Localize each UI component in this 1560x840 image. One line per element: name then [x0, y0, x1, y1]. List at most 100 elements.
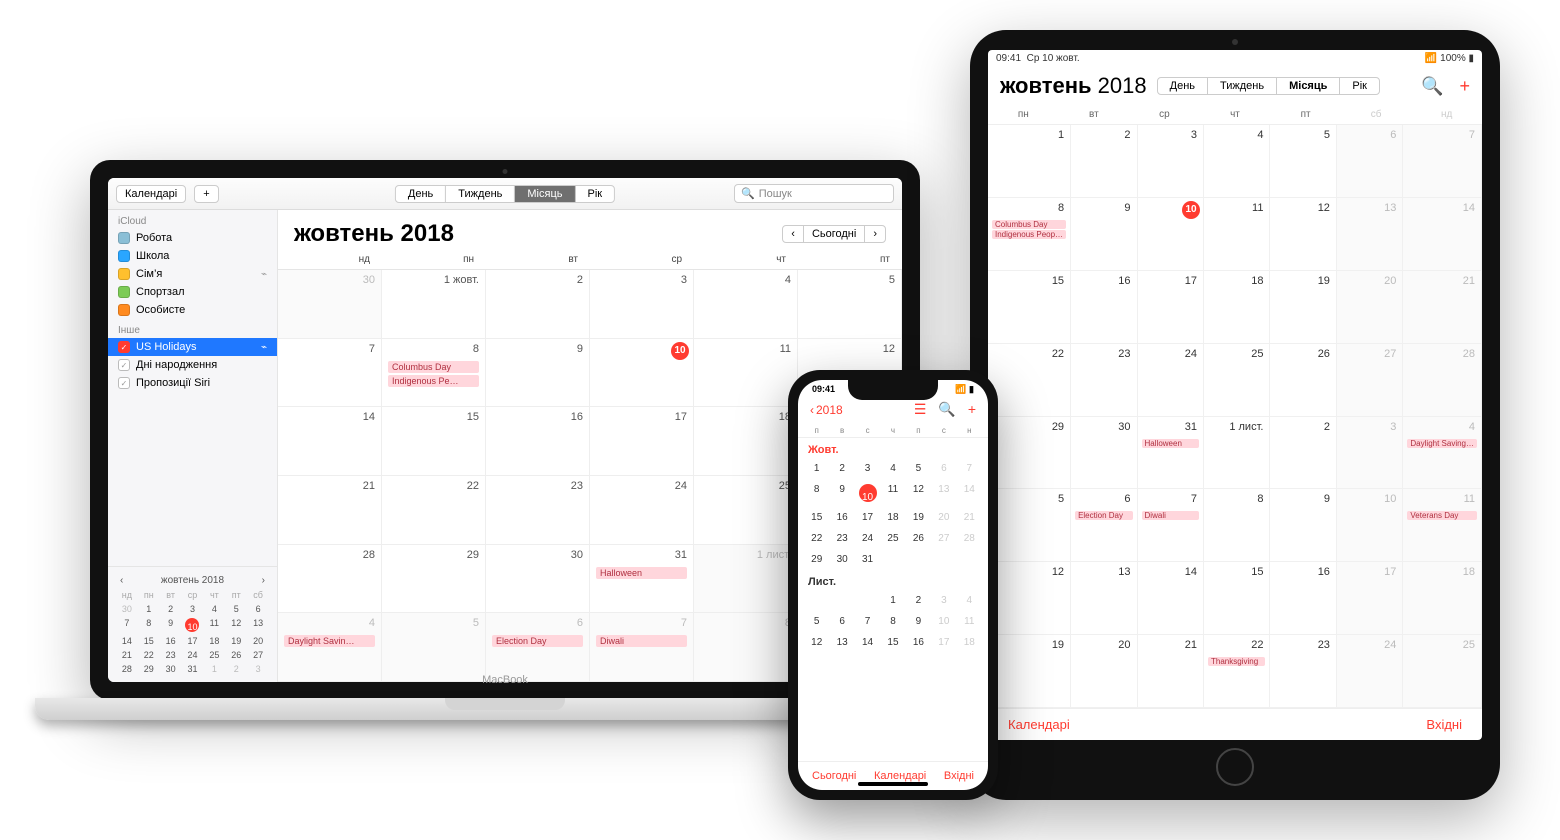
day-cell[interactable]: 1 [988, 125, 1071, 198]
mini-day[interactable]: 18 [203, 634, 225, 648]
next-month-button[interactable]: › [864, 225, 886, 243]
event-pill[interactable]: Indigenous Pe… [388, 375, 479, 387]
mini-day[interactable]: 23 [160, 648, 182, 662]
event-pill[interactable]: Columbus Day [388, 361, 479, 373]
iphone-months[interactable]: Жовт. 1234567891011121314151617181920212… [798, 438, 988, 761]
day-cell[interactable]: 20 [931, 507, 956, 528]
day-cell[interactable]: 17 [1337, 562, 1403, 635]
day-cell[interactable]: 26 [1270, 344, 1336, 417]
day-cell[interactable]: 3 [1138, 125, 1204, 198]
day-cell[interactable]: 15 [1204, 562, 1270, 635]
day-cell[interactable]: 10 [1138, 198, 1204, 271]
day-cell[interactable]: 16 [1270, 562, 1336, 635]
day-cell[interactable]: 10 [1337, 489, 1403, 562]
day-cell[interactable]: 14 [278, 407, 382, 476]
day-cell[interactable]: 9 [486, 339, 590, 408]
day-cell[interactable]: 21 [278, 476, 382, 545]
day-cell[interactable]: 3 [1337, 417, 1403, 490]
mini-day[interactable]: 1 [138, 602, 160, 616]
event-pill[interactable]: Columbus Day [992, 220, 1066, 229]
event-pill[interactable]: Daylight Saving… [1407, 439, 1477, 448]
day-cell[interactable]: 10 [931, 611, 956, 632]
day-cell[interactable]: 30 [829, 549, 854, 570]
checkbox[interactable]: ✓ [118, 377, 130, 389]
day-cell[interactable]: 25 [880, 528, 905, 549]
day-cell[interactable]: 9 [906, 611, 931, 632]
day-cell[interactable]: 11 [694, 339, 798, 408]
calendar-item[interactable]: ✓Дні народження [108, 356, 277, 374]
event-pill[interactable]: Diwali [1142, 511, 1199, 520]
day-cell[interactable] [880, 549, 905, 570]
event-pill[interactable]: Halloween [596, 567, 687, 579]
mini-day[interactable]: 3 [182, 602, 204, 616]
day-cell[interactable]: 6 [931, 458, 956, 479]
day-cell[interactable] [855, 590, 880, 611]
mini-day[interactable]: 28 [116, 662, 138, 676]
day-cell[interactable]: 7Diwali [1138, 489, 1204, 562]
event-pill[interactable]: Halloween [1142, 439, 1199, 448]
list-icon[interactable]: ☰ [914, 401, 927, 418]
view-day[interactable]: День [1158, 78, 1208, 94]
day-cell[interactable]: 5 [988, 489, 1071, 562]
calendar-item[interactable]: Робота [108, 229, 277, 247]
day-cell[interactable]: 4 [957, 590, 982, 611]
day-cell[interactable]: 2 [906, 590, 931, 611]
day-cell[interactable]: 30 [1071, 417, 1137, 490]
day-cell[interactable]: 22 [804, 528, 829, 549]
day-cell[interactable]: 19 [1270, 271, 1336, 344]
day-cell[interactable]: 3 [590, 270, 694, 339]
mini-day[interactable]: 13 [247, 616, 269, 634]
day-cell[interactable]: 11Veterans Day [1403, 489, 1482, 562]
day-cell[interactable]: 3 [855, 458, 880, 479]
add-icon[interactable]: + [968, 401, 976, 418]
day-cell[interactable]: 5 [382, 613, 486, 682]
day-cell[interactable]: 7 [957, 458, 982, 479]
day-cell[interactable]: 9 [829, 479, 854, 507]
day-cell[interactable]: 30 [486, 545, 590, 614]
day-cell[interactable]: 1 лист. [1204, 417, 1270, 490]
day-cell[interactable]: 23 [829, 528, 854, 549]
mini-day[interactable]: 9 [160, 616, 182, 634]
day-cell[interactable] [804, 590, 829, 611]
day-cell[interactable]: 22 [382, 476, 486, 545]
day-cell[interactable]: 31Halloween [1138, 417, 1204, 490]
day-cell[interactable]: 1 [880, 590, 905, 611]
mini-day[interactable]: 4 [203, 602, 225, 616]
day-cell[interactable]: 24 [855, 528, 880, 549]
day-cell[interactable]: 29 [988, 417, 1071, 490]
mini-prev[interactable]: ‹ [120, 575, 123, 586]
day-cell[interactable]: 14 [1138, 562, 1204, 635]
day-cell[interactable]: 7Diwali [590, 613, 694, 682]
day-cell[interactable]: 16 [829, 507, 854, 528]
day-cell[interactable]: 5 [906, 458, 931, 479]
day-cell[interactable]: 18 [880, 507, 905, 528]
day-cell[interactable]: 26 [906, 528, 931, 549]
day-cell[interactable]: 1 лист. [694, 545, 798, 614]
day-cell[interactable]: 17 [855, 507, 880, 528]
day-cell[interactable]: 13 [1071, 562, 1137, 635]
day-cell[interactable]: 28 [1403, 344, 1482, 417]
day-cell[interactable]: 2 [1270, 417, 1336, 490]
day-cell[interactable]: 14 [957, 479, 982, 507]
day-cell[interactable]: 4Daylight Savin… [278, 613, 382, 682]
day-cell[interactable]: 11 [880, 479, 905, 507]
mini-day[interactable]: 2 [160, 602, 182, 616]
calendar-item[interactable]: Особисте [108, 301, 277, 319]
day-cell[interactable]: 4 [1204, 125, 1270, 198]
day-cell[interactable]: 4Daylight Saving… [1403, 417, 1482, 490]
day-cell[interactable]: 14 [1403, 198, 1482, 271]
day-cell[interactable]: 20 [1337, 271, 1403, 344]
day-cell[interactable]: 22 [988, 344, 1071, 417]
today-button[interactable]: Сьогодні [804, 225, 864, 243]
calendar-item[interactable]: Спортзал [108, 283, 277, 301]
calendars-button[interactable]: Календарі [116, 185, 186, 203]
search-field[interactable]: 🔍 Пошук [734, 184, 894, 203]
mini-day[interactable]: 19 [225, 634, 247, 648]
day-cell[interactable]: 24 [590, 476, 694, 545]
day-cell[interactable]: 31 [855, 549, 880, 570]
calendar-item[interactable]: Школа [108, 247, 277, 265]
day-cell[interactable]: 2 [1071, 125, 1137, 198]
event-pill[interactable]: Thanksgiving [1208, 657, 1265, 666]
day-cell[interactable]: 23 [486, 476, 590, 545]
day-cell[interactable]: 8 [804, 479, 829, 507]
